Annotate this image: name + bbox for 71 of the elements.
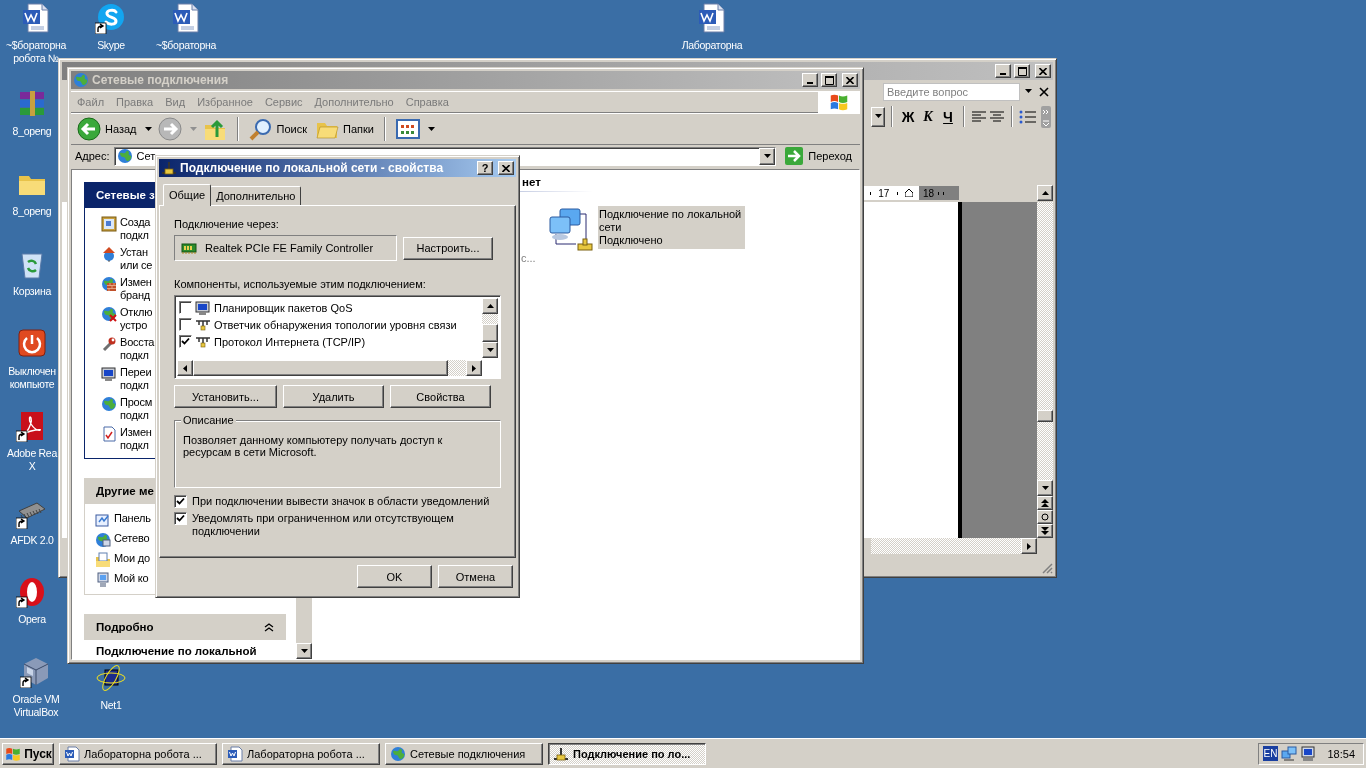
- action-button[interactable]: Свойства: [390, 385, 491, 408]
- folders-button[interactable]: Папки: [313, 115, 376, 143]
- search-button[interactable]: Поиск: [246, 115, 309, 143]
- task-link[interactable]: Отклю устро: [120, 306, 153, 332]
- task-link[interactable]: Переи подкл: [120, 366, 152, 392]
- task-link[interactable]: Просм подкл: [120, 396, 153, 422]
- address-label: Адрес:: [75, 150, 110, 162]
- ruler-number: 18: [923, 187, 935, 199]
- tab[interactable]: Дополнительно: [210, 186, 302, 205]
- task-link[interactable]: Мой ко: [114, 572, 149, 585]
- task-link[interactable]: Измен бранд: [120, 276, 152, 302]
- component-name[interactable]: Ответчик обнаружения топологии уровня связи: [214, 318, 457, 331]
- panel-header[interactable]: Подробно: [84, 614, 286, 640]
- component-name[interactable]: Планировщик пакетов QoS: [214, 301, 353, 314]
- address-value: Сет: [136, 150, 157, 162]
- tab[interactable]: Общие: [163, 184, 212, 206]
- question-field[interactable]: Введите вопрос: [883, 82, 1020, 101]
- taskbar-button[interactable]: Подключение по ло...: [548, 742, 706, 765]
- panel-title: Подробно: [96, 621, 154, 633]
- icon-label: Oracle VM VirtualBox: [12, 693, 60, 719]
- task-link[interactable]: Восста подкл: [120, 336, 155, 362]
- icon-label: ~$бораторна: [156, 39, 216, 52]
- bold-button[interactable]: Ж: [899, 106, 917, 127]
- icon-label: Лабораторна: [681, 39, 743, 52]
- action-button[interactable]: Удалить: [283, 385, 384, 408]
- connection-item[interactable]: Подключение по локальной сети Подключено: [598, 206, 745, 249]
- task-link[interactable]: Панель: [114, 512, 151, 525]
- icon-label: Выключен компьюте: [8, 365, 56, 391]
- icon-label: 8_openg: [12, 125, 52, 138]
- option-label[interactable]: Уведомлять при ограниченном или отсутствующем подключении: [192, 512, 501, 538]
- cancel-button[interactable]: Отмена: [438, 565, 513, 588]
- icon-label: 8_openg: [12, 205, 52, 218]
- configure-button[interactable]: Настроить...: [403, 236, 493, 260]
- icon-label: Adobe Rea X: [7, 447, 57, 473]
- task-link[interactable]: Сетево: [114, 532, 150, 545]
- taskbar-button[interactable]: Сетевые подключения: [385, 742, 543, 765]
- clock: 18:54: [1327, 747, 1355, 760]
- help-button[interactable]: ?: [477, 161, 493, 175]
- task-link[interactable]: Устан или се: [120, 246, 153, 272]
- ok-button[interactable]: OK: [357, 565, 432, 588]
- icon-label: Opera: [18, 613, 46, 626]
- window-title: Подключение по локальной сети - свойства: [180, 161, 444, 175]
- option-label[interactable]: При подключении вывести значок в области уведомлений: [192, 495, 490, 508]
- action-button[interactable]: Установить...: [174, 385, 277, 408]
- task-link[interactable]: Измен подкл: [120, 426, 152, 452]
- icon-label: AFDK 2.0: [10, 534, 54, 547]
- start-button[interactable]: Пуск: [2, 742, 54, 765]
- icon-label: Корзина: [13, 285, 51, 298]
- task-link[interactable]: Созда подкл: [120, 216, 151, 242]
- back-button[interactable]: Назад: [75, 115, 139, 143]
- components-list[interactable]: Планировщик пакетов QoS Ответчик обнаружения топологии уровня связи Протокол Интернета (TCP/IP): [174, 295, 501, 379]
- icon-label: ~$бораторна робота №: [6, 39, 66, 65]
- ruler-number: 17: [878, 187, 890, 199]
- icon-label: Net1: [100, 699, 122, 712]
- window-title: Сетевые подключения: [92, 73, 229, 87]
- taskbar-button[interactable]: Лабораторна робота ...: [222, 742, 380, 765]
- icon-label: Skype: [97, 39, 125, 52]
- task-link[interactable]: Мои до: [114, 552, 150, 565]
- component-name[interactable]: Протокол Интернета (TCP/IP): [214, 335, 366, 348]
- underline-button[interactable]: Ч: [939, 106, 957, 127]
- description-text: Позволяет данному компьютеру получать доступ к ресурсам в сети Microsoft.: [183, 434, 444, 458]
- field-label: Подключение через:: [174, 218, 280, 230]
- group-title: Описание: [181, 414, 236, 426]
- adapter-name: Realtek PCIe FE Family Controller: [205, 242, 374, 254]
- italic-button[interactable]: К: [919, 106, 937, 127]
- language-indicator[interactable]: EN: [1262, 746, 1279, 761]
- details-name: Подключение по локальной: [95, 644, 258, 658]
- go-button[interactable]: Переход: [780, 146, 856, 166]
- taskbar-button[interactable]: Лабораторна робота ...: [59, 742, 217, 765]
- item-status: с...: [521, 252, 537, 264]
- field-label: Компоненты, используемые этим подключением:: [174, 278, 427, 290]
